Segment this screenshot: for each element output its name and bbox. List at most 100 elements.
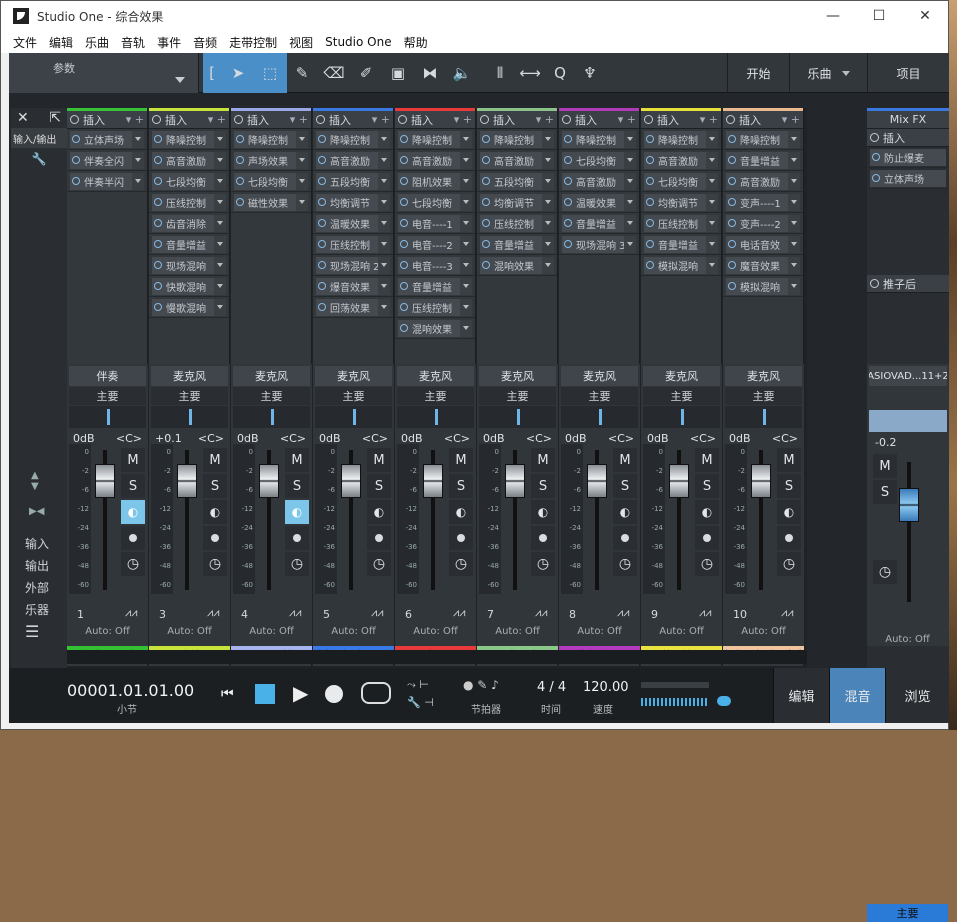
insert-slot[interactable]: 变声----1 xyxy=(723,192,803,213)
monitor-icon[interactable] xyxy=(613,500,637,524)
fader-handle[interactable] xyxy=(177,464,197,498)
insert-slot[interactable]: 高音激励 xyxy=(477,150,557,171)
tab-mix[interactable]: 混音 xyxy=(829,668,885,723)
chevron-down-icon[interactable] xyxy=(460,235,472,253)
start-button[interactable]: 开始 xyxy=(727,53,789,93)
insert-slot[interactable]: 电话音效 xyxy=(723,234,803,255)
metronome-icon[interactable]: ● ✎ ♪ xyxy=(463,678,499,692)
clock-icon[interactable] xyxy=(777,552,801,576)
insert-slot[interactable]: 温暖效果 xyxy=(313,213,393,234)
record-arm-icon[interactable] xyxy=(367,526,391,550)
mute-button[interactable]: M xyxy=(695,448,719,472)
song-button[interactable]: 乐曲 xyxy=(789,53,867,93)
insert-slot[interactable]: 七段均衡 xyxy=(395,192,475,213)
insert-slot[interactable]: 现场混响 2 xyxy=(313,255,393,276)
insert-slot[interactable]: 压线控制 xyxy=(477,213,557,234)
collapse-side-icon[interactable]: ▶◀ xyxy=(29,506,44,517)
monitor-icon[interactable] xyxy=(203,500,227,524)
insert-slot[interactable]: 电音----3 xyxy=(395,255,475,276)
chevron-down-icon[interactable] xyxy=(378,130,390,148)
chevron-down-icon[interactable] xyxy=(542,172,554,190)
menu-studio-one[interactable]: Studio One xyxy=(319,35,397,49)
channel-name[interactable]: 麦克风 xyxy=(561,366,638,386)
chevron-down-icon[interactable] xyxy=(296,151,308,169)
chevron-down-icon[interactable] xyxy=(460,151,472,169)
add-icon[interactable]: ▾ + xyxy=(782,113,800,126)
insert-slot[interactable]: 音量增益 xyxy=(723,150,803,171)
chevron-down-icon[interactable] xyxy=(214,256,226,274)
insert-slot[interactable]: 快歌混响 xyxy=(149,276,229,297)
automation-mode[interactable]: Auto: Off xyxy=(231,626,312,637)
insert-slot[interactable]: 高音激励 xyxy=(149,150,229,171)
pan-slider[interactable] xyxy=(561,406,638,428)
list-icon[interactable]: ☰ xyxy=(11,620,67,642)
insert-header[interactable]: 插入 ▾ + xyxy=(149,111,229,129)
chevron-down-icon[interactable] xyxy=(788,277,800,295)
menu-transport[interactable]: 走带控制 xyxy=(223,34,283,51)
sync-toggle[interactable] xyxy=(717,696,731,706)
chevron-down-icon[interactable] xyxy=(542,214,554,232)
insert-slot[interactable]: 压线控制 xyxy=(149,192,229,213)
insert-slot[interactable]: 伴奏全闪 xyxy=(67,150,147,171)
pan-slider[interactable] xyxy=(315,406,392,428)
channel-output[interactable]: 主要 xyxy=(233,387,310,405)
insert-slot[interactable]: 磁性效果 xyxy=(231,192,311,213)
insert-slot[interactable]: 降噪控制 xyxy=(723,129,803,150)
chevron-down-icon[interactable] xyxy=(460,193,472,211)
channel-output[interactable]: 主要 xyxy=(397,387,474,405)
main-solo-button[interactable]: S xyxy=(873,480,897,504)
insert-slot[interactable]: 音量增益 xyxy=(477,234,557,255)
chevron-down-icon[interactable] xyxy=(378,277,390,295)
maximize-icon[interactable]: ☐ xyxy=(856,1,902,31)
chevron-down-icon[interactable] xyxy=(378,214,390,232)
mute-button[interactable]: M xyxy=(777,448,801,472)
automation-mode[interactable]: Auto: Off xyxy=(395,626,476,637)
mix-fx-routing[interactable] xyxy=(869,410,947,432)
insert-slot[interactable]: 齿音消除 xyxy=(149,213,229,234)
chevron-down-icon[interactable] xyxy=(460,319,472,337)
menu-song[interactable]: 乐曲 xyxy=(79,34,115,51)
chevron-down-icon[interactable] xyxy=(624,193,636,211)
automation-mode[interactable]: Auto: Off xyxy=(477,626,558,637)
channel-output[interactable]: 主要 xyxy=(643,387,720,405)
clock-icon[interactable] xyxy=(613,552,637,576)
chevron-down-icon[interactable] xyxy=(706,172,718,190)
mute-button[interactable]: M xyxy=(121,448,145,472)
chevron-down-icon[interactable] xyxy=(296,172,308,190)
insert-slot[interactable]: 均衡调节 xyxy=(641,192,721,213)
chevron-down-icon[interactable] xyxy=(296,193,308,211)
quantize-icon[interactable]: Q xyxy=(545,53,575,93)
insert-slot[interactable]: 七段均衡 xyxy=(641,171,721,192)
insert-slot[interactable]: 降噪控制 xyxy=(395,129,475,150)
wrench-icon[interactable]: 🔧 ⊣ xyxy=(407,696,434,709)
add-icon[interactable]: ▾ + xyxy=(208,113,226,126)
insert-slot[interactable]: 高音激励 xyxy=(559,171,639,192)
add-icon[interactable]: ▾ + xyxy=(290,113,308,126)
channel-name[interactable]: 麦克风 xyxy=(233,366,310,386)
chevron-down-icon[interactable] xyxy=(542,235,554,253)
close-icon[interactable]: ✕ xyxy=(17,110,29,126)
insert-header[interactable]: 插入 ▾ + xyxy=(395,111,475,129)
mute-tool-icon[interactable]: ▣ xyxy=(383,53,413,93)
split-tool-icon[interactable]: ⧓ xyxy=(415,53,445,93)
snap-grid-icon[interactable]: ⟷ xyxy=(515,53,545,93)
minimize-icon[interactable]: — xyxy=(810,1,856,31)
insert-slot[interactable]: 电音----1 xyxy=(395,213,475,234)
chevron-down-icon[interactable] xyxy=(214,235,226,253)
external-button[interactable]: 外部 xyxy=(11,576,67,598)
insert-slot[interactable]: 慢歌混响 xyxy=(149,297,229,318)
pan-slider[interactable] xyxy=(69,406,146,428)
insert-header[interactable]: 插入 ▾ + xyxy=(641,111,721,129)
chevron-down-icon[interactable] xyxy=(542,256,554,274)
chevron-down-icon[interactable] xyxy=(460,130,472,148)
clock-icon[interactable] xyxy=(695,552,719,576)
insert-slot[interactable]: 压线控制 xyxy=(395,297,475,318)
chevron-down-icon[interactable] xyxy=(788,256,800,274)
instrument-button[interactable]: 乐器 xyxy=(11,598,67,620)
main-fader-track[interactable] xyxy=(907,462,911,602)
clock-icon[interactable] xyxy=(367,552,391,576)
play-button[interactable]: ▶ xyxy=(293,681,308,705)
add-icon[interactable]: ▾ + xyxy=(618,113,636,126)
fader-handle[interactable] xyxy=(341,464,361,498)
tempo-value[interactable]: 120.00 xyxy=(583,680,629,695)
